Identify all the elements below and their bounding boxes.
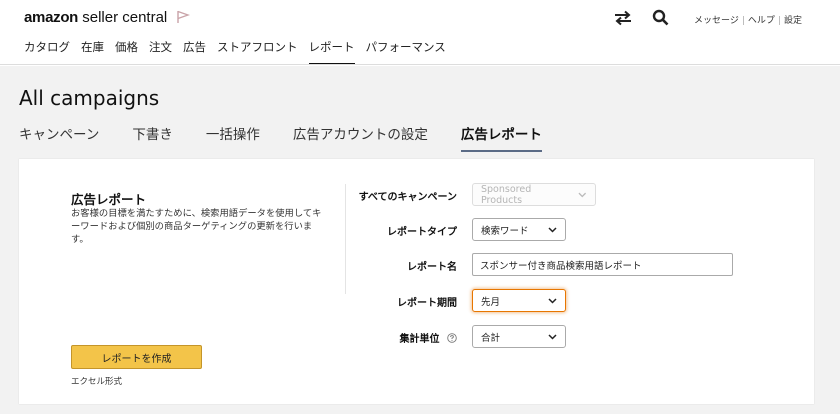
tab-drafts[interactable]: 下書き [132, 123, 173, 149]
page-title: All campaigns [19, 86, 160, 110]
seller-central-logo[interactable]: amazon seller central [24, 9, 167, 26]
excel-format-note: エクセル形式 [71, 377, 123, 387]
nav-pricing[interactable]: 価格 [115, 39, 138, 62]
flag-icon[interactable] [176, 10, 190, 24]
top-header: amazon seller central メッセージ | ヘルプ | 設定 カタログ … [0, 0, 840, 70]
tab-ad-reports[interactable]: 広告レポート [460, 123, 542, 152]
chevron-down-icon [548, 333, 557, 340]
nav-performance[interactable]: パフォーマンス [366, 39, 446, 62]
report-name-input[interactable]: スポンサー付き商品検索用語レポート [472, 253, 733, 276]
content-area: All campaigns キャンペーン 下書き 一括操作 広告アカウントの設定… [0, 66, 840, 414]
campaigns-select: Sponsored Products [472, 183, 596, 206]
campaign-tabs: キャンペーン 下書き 一括操作 広告アカウントの設定 広告レポート [19, 123, 575, 152]
create-report-button[interactable]: レポートを作成 [71, 345, 202, 369]
nav-orders[interactable]: 注文 [149, 39, 172, 62]
card-description: お客様の目標を満たすために、検索用語データを使用してキーワードおよび個別の商品タ… [71, 208, 322, 245]
report-period-label: レポート期間 [397, 298, 457, 309]
chevron-down-icon [578, 192, 587, 197]
tab-campaigns[interactable]: キャンペーン [19, 123, 99, 149]
report-name-label: レポート名 [407, 262, 457, 273]
messages-link[interactable]: メッセージ [694, 16, 739, 26]
report-type-select[interactable]: 検索ワード [472, 218, 566, 241]
nav-storefront[interactable]: ストアフロント [217, 39, 298, 62]
swap-arrows-icon[interactable] [614, 10, 632, 26]
report-period-select[interactable]: 先月 [472, 289, 566, 312]
tab-ad-account-settings[interactable]: 広告アカウントの設定 [293, 123, 428, 149]
tab-bulk-operations[interactable]: 一括操作 [206, 123, 260, 149]
main-nav: カタログ 在庫 価格 注文 広告 ストアフロント レポート パフォーマンス [24, 39, 457, 65]
campaigns-label: すべてのキャンペーン [358, 192, 457, 203]
vertical-divider [345, 184, 346, 294]
chevron-down-icon [548, 297, 557, 304]
nav-catalog[interactable]: カタログ [24, 39, 70, 62]
help-icon[interactable] [447, 333, 457, 343]
report-type-label: レポートタイプ [387, 227, 457, 238]
report-card: 広告レポート お客様の目標を満たすために、検索用語データを使用してキーワードおよ… [19, 159, 814, 404]
help-link[interactable]: ヘルプ [748, 16, 775, 26]
utility-links: メッセージ | ヘルプ | 設定 [694, 16, 802, 26]
aggregation-select[interactable]: 合計 [472, 325, 566, 348]
nav-divider [0, 64, 840, 65]
search-icon[interactable] [652, 9, 669, 26]
nav-advertising[interactable]: 広告 [183, 39, 206, 62]
card-title: 広告レポート [71, 192, 147, 207]
settings-link[interactable]: 設定 [784, 16, 802, 26]
nav-inventory[interactable]: 在庫 [81, 39, 104, 62]
nav-reports[interactable]: レポート [308, 39, 355, 65]
aggregation-label: 集計単位 [400, 330, 457, 345]
chevron-down-icon [548, 226, 557, 233]
